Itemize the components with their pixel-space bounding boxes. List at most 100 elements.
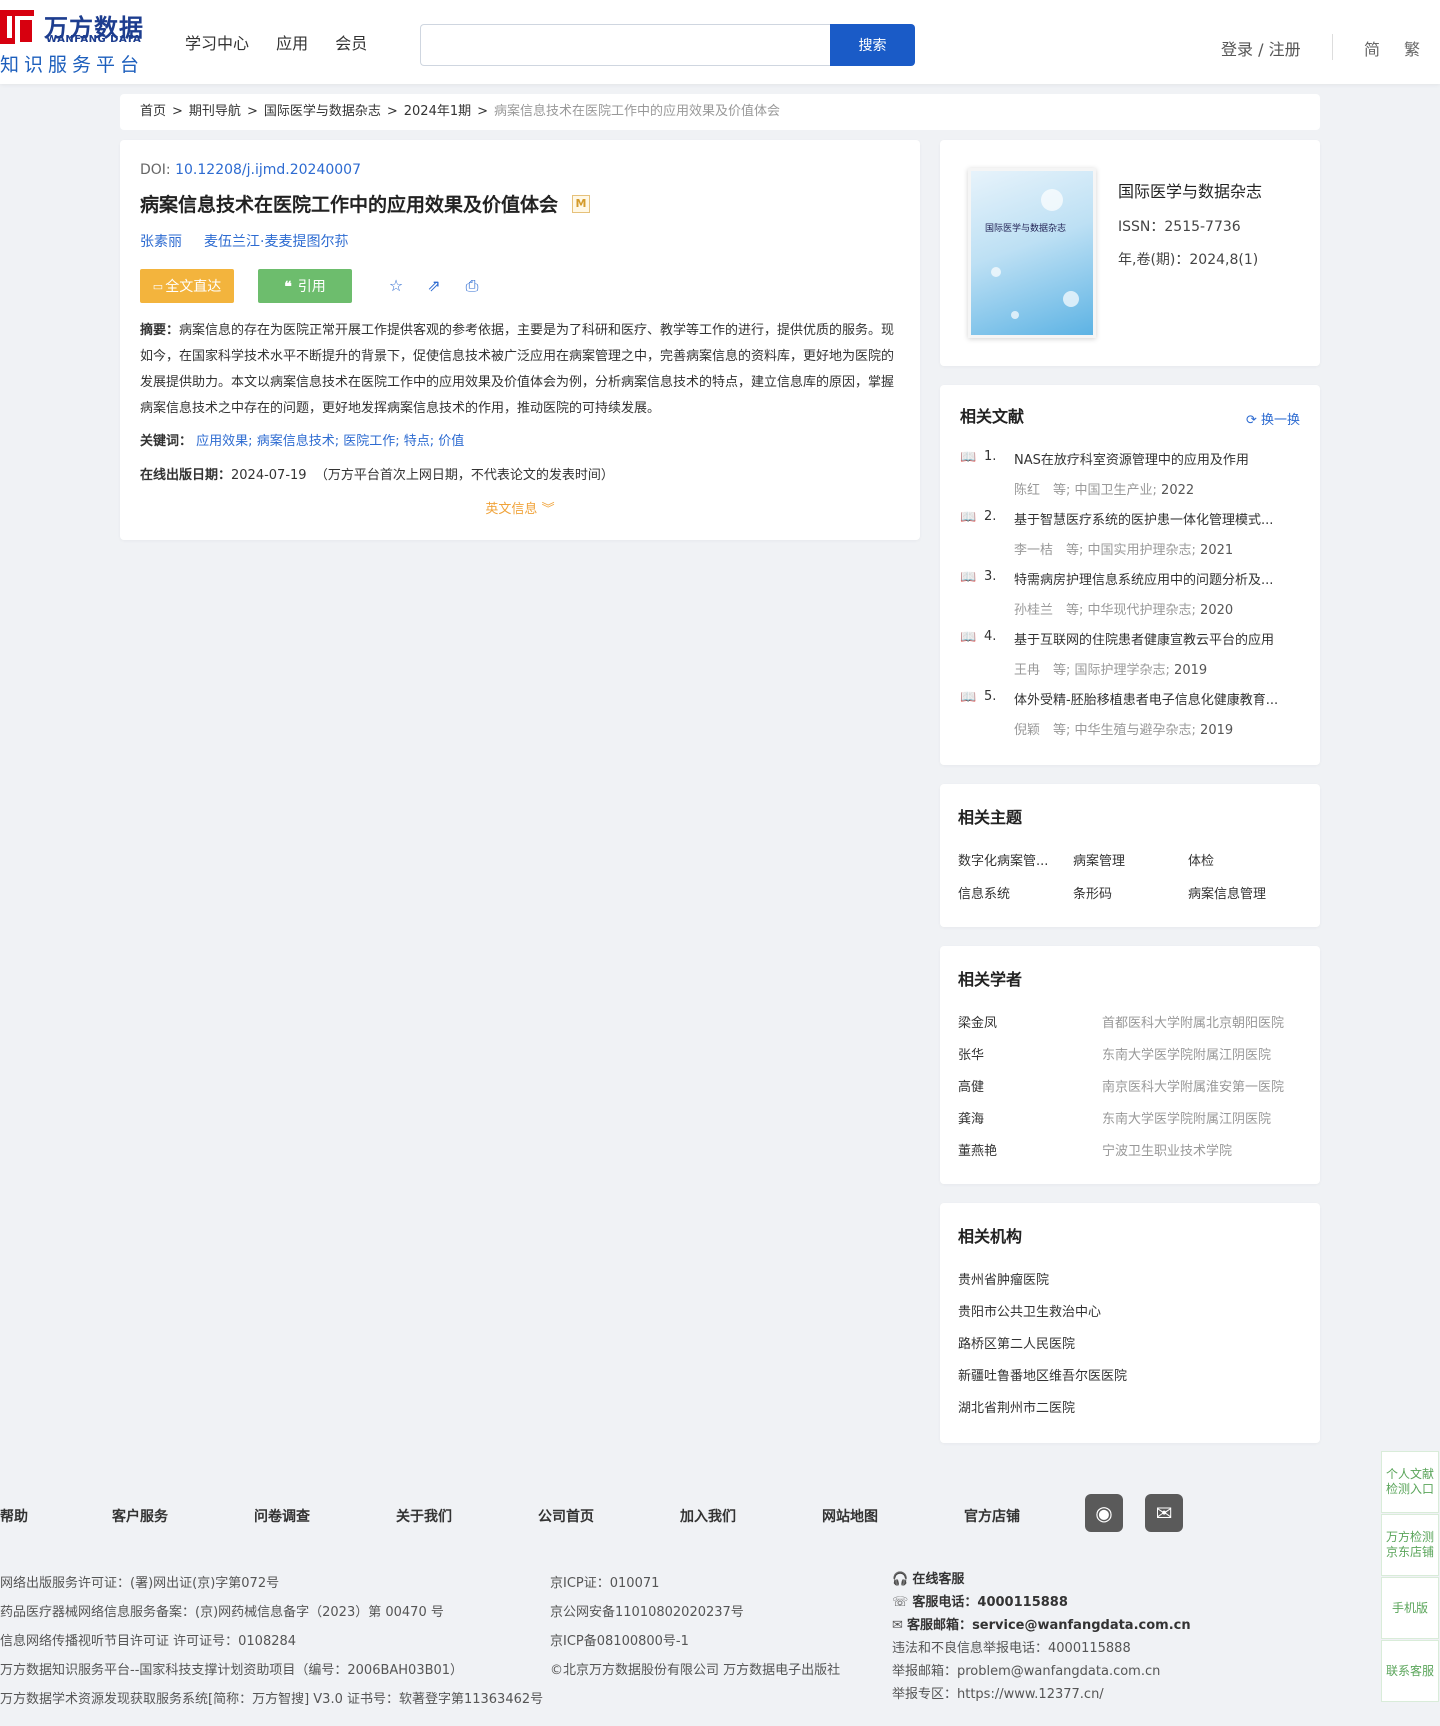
footer-link-sitemap[interactable]: 网站地图 xyxy=(822,1506,878,1526)
logo-en: WANFANG DATA xyxy=(46,34,142,45)
author-link[interactable]: 张素丽 xyxy=(140,234,182,250)
item-number: 2. xyxy=(984,509,997,524)
share-icon[interactable]: ⇗ xyxy=(424,276,444,296)
nav-membership[interactable]: 会员 xyxy=(335,34,367,53)
topic-link[interactable]: 体检 xyxy=(1188,850,1288,869)
english-info-toggle[interactable]: 英文信息 ︾ xyxy=(120,498,920,517)
footer-link-survey[interactable]: 问卷调查 xyxy=(254,1506,310,1526)
breadcrumb-issue[interactable]: 2024年1期 xyxy=(404,104,471,119)
article-title: 病案信息技术在医院工作中的应用效果及价值体会 M xyxy=(140,190,900,217)
scholar-name[interactable]: 董燕艳 xyxy=(958,1140,997,1159)
institution-link[interactable]: 新疆吐鲁番地区维吾尔医医院 xyxy=(958,1365,1127,1397)
topic-link[interactable]: 病案信息管理 xyxy=(1188,883,1288,902)
journal-volume: 年,卷(期)：2024,8(1) xyxy=(1118,252,1259,268)
footer-link-join[interactable]: 加入我们 xyxy=(680,1506,736,1526)
topic-link[interactable]: 信息系统 xyxy=(958,883,1058,902)
topic-link[interactable]: 数字化病案管... xyxy=(958,850,1058,869)
m-badge-icon[interactable]: M xyxy=(572,194,591,213)
keyword-link[interactable]: 特点; xyxy=(404,434,434,449)
institution-link[interactable]: 路桥区第二人民医院 xyxy=(958,1333,1127,1365)
float-plagiarism-check[interactable]: 个人文献检测入口 xyxy=(1381,1451,1439,1513)
item-year: 2019 xyxy=(1200,723,1234,738)
lang-simplified[interactable]: 简 xyxy=(1364,36,1380,60)
float-contact-service[interactable]: 联系客服 xyxy=(1381,1640,1439,1702)
scholar-name[interactable]: 龚海 xyxy=(958,1108,984,1127)
icp-text[interactable]: 京公网安备11010802020237号 xyxy=(550,1601,840,1630)
wechat-icon[interactable]: ✉ xyxy=(1145,1494,1183,1532)
breadcrumb-home[interactable]: 首页 xyxy=(140,104,166,119)
footer-link-store[interactable]: 官方店铺 xyxy=(964,1506,1020,1526)
weibo-icon[interactable]: ◉ xyxy=(1085,1494,1123,1532)
fulltext-button[interactable]: ▭ 全文直达 xyxy=(140,269,234,303)
item-meta-text: 倪颖 等; 中华生殖与避孕杂志; xyxy=(1014,723,1196,738)
fulltext-icon: ▭ xyxy=(152,280,164,293)
float-jd-store[interactable]: 万方检测京东店铺 xyxy=(1381,1514,1439,1576)
scholar-name[interactable]: 梁金凤 xyxy=(958,1012,997,1031)
item-year: 2021 xyxy=(1200,543,1234,558)
list-item: 董燕艳 宁波卫生职业技术学院 xyxy=(958,1140,1303,1172)
breadcrumb-journal[interactable]: 国际医学与数据杂志 xyxy=(264,104,381,119)
license-text: 药品医疗器械网络信息服务备案：(京)网药械信息备字（2023）第 00470 号 xyxy=(0,1605,444,1620)
scholar-name[interactable]: 张华 xyxy=(958,1044,984,1063)
journal-title[interactable]: 国际医学与数据杂志 xyxy=(1118,178,1262,202)
report-phone: 违法和不良信息举报电话：4000115888 xyxy=(892,1641,1131,1656)
footer-link-help[interactable]: 帮助 xyxy=(0,1506,28,1526)
favorite-star-icon[interactable]: ☆ xyxy=(386,276,406,296)
footer-link-customer-service[interactable]: 客户服务 xyxy=(112,1506,168,1526)
institution-link[interactable]: 贵州省肿瘤医院 xyxy=(958,1269,1127,1301)
item-title[interactable]: 体外受精-胚胎移植患者电子信息化健康教育... xyxy=(1014,689,1304,708)
keyword-link[interactable]: 医院工作; xyxy=(343,434,399,449)
scholar-org[interactable]: 宁波卫生职业技术学院 xyxy=(1102,1140,1232,1159)
logo[interactable]: 万方数据 WANFANG DATA 知识服务平台 xyxy=(0,8,152,76)
footer-icp: 京ICP证：010071 京公网安备11010802020237号 京ICP备0… xyxy=(550,1572,840,1688)
item-title[interactable]: 基于智慧医疗系统的医护患一体化管理模式... xyxy=(1014,509,1304,528)
scholar-org[interactable]: 东南大学医学院附属江阴医院 xyxy=(1102,1108,1271,1127)
topic-link[interactable]: 条形码 xyxy=(1073,883,1173,902)
lang-traditional[interactable]: 繁 xyxy=(1404,36,1420,60)
search-input[interactable] xyxy=(420,24,830,66)
refresh-button[interactable]: ⟳ 换一换 xyxy=(1246,409,1300,428)
topic-link[interactable]: 病案管理 xyxy=(1073,850,1173,869)
doi-link[interactable]: 10.12208/j.ijmd.20240007 xyxy=(175,162,361,178)
icp-text[interactable]: 京ICP证：010071 xyxy=(550,1572,840,1601)
scholar-org[interactable]: 东南大学医学院附属江阴医院 xyxy=(1102,1044,1271,1063)
item-meta-text: 李一桔 等; 中国实用护理杂志; xyxy=(1014,543,1196,558)
abstract-label: 摘要： xyxy=(140,323,180,338)
institution-link[interactable]: 贵阳市公共卫生救治中心 xyxy=(958,1301,1127,1333)
keyword-link[interactable]: 病案信息技术; xyxy=(257,434,339,449)
refresh-icon: ⟳ xyxy=(1245,413,1257,428)
item-meta-text: 王冉 等; 国际护理学杂志; xyxy=(1014,663,1170,678)
list-item: 📖 4. 基于互联网的住院患者健康宣教云平台的应用 王冉 等; 国际护理学杂志;… xyxy=(960,629,1305,689)
keyword-link[interactable]: 应用效果; xyxy=(196,434,252,449)
book-icon: 📖 xyxy=(960,510,977,525)
scholar-org[interactable]: 首都医科大学附属北京朝阳医院 xyxy=(1102,1012,1284,1031)
icp-text[interactable]: 京ICP备08100800号-1 xyxy=(550,1630,840,1659)
journal-cover[interactable]: 国际医学与数据杂志 xyxy=(968,168,1096,338)
report-email[interactable]: 举报邮箱：problem@wanfangdata.com.cn xyxy=(892,1660,1191,1683)
license-text: 信息网络传播视听节目许可证 许可证号：0108284 xyxy=(0,1634,297,1649)
item-title[interactable]: 特需病房护理信息系统应用中的问题分析及... xyxy=(1014,569,1304,588)
fulltext-label: 全文直达 xyxy=(165,278,222,294)
breadcrumb-journal-nav[interactable]: 期刊导航 xyxy=(189,104,241,119)
login-register-link[interactable]: 登录 / 注册 xyxy=(1221,36,1301,60)
item-title[interactable]: NAS在放疗科室资源管理中的应用及作用 xyxy=(1014,449,1304,468)
print-icon[interactable]: ⎙ xyxy=(462,276,482,296)
cite-button[interactable]: ❝ 引用 xyxy=(258,269,352,303)
section-title: 相关学者 xyxy=(958,970,1023,989)
institution-link[interactable]: 湖北省荆州市二医院 xyxy=(958,1397,1127,1429)
search-button[interactable]: 搜索 xyxy=(830,24,915,66)
scholar-org[interactable]: 南京医科大学附属淮安第一医院 xyxy=(1102,1076,1284,1095)
item-number: 5. xyxy=(984,689,997,704)
nav-learning-center[interactable]: 学习中心 xyxy=(185,34,249,53)
scholar-name[interactable]: 高健 xyxy=(958,1076,984,1095)
report-zone[interactable]: 举报专区：https://www.12377.cn/ xyxy=(892,1683,1191,1706)
footer-link-company[interactable]: 公司首页 xyxy=(538,1506,594,1526)
item-title[interactable]: 基于互联网的住院患者健康宣教云平台的应用 xyxy=(1014,629,1304,648)
float-mobile[interactable]: 手机版 xyxy=(1381,1577,1439,1639)
keyword-link[interactable]: 价值 xyxy=(438,434,464,449)
author-link[interactable]: 麦伍兰江·麦麦提图尔荪 xyxy=(204,234,348,250)
nav-apps[interactable]: 应用 xyxy=(276,34,308,53)
email-address[interactable]: service@wanfangdata.com.cn xyxy=(972,1618,1191,1633)
online-service-link[interactable]: 在线客服 xyxy=(912,1572,964,1587)
footer-link-about[interactable]: 关于我们 xyxy=(396,1506,452,1526)
